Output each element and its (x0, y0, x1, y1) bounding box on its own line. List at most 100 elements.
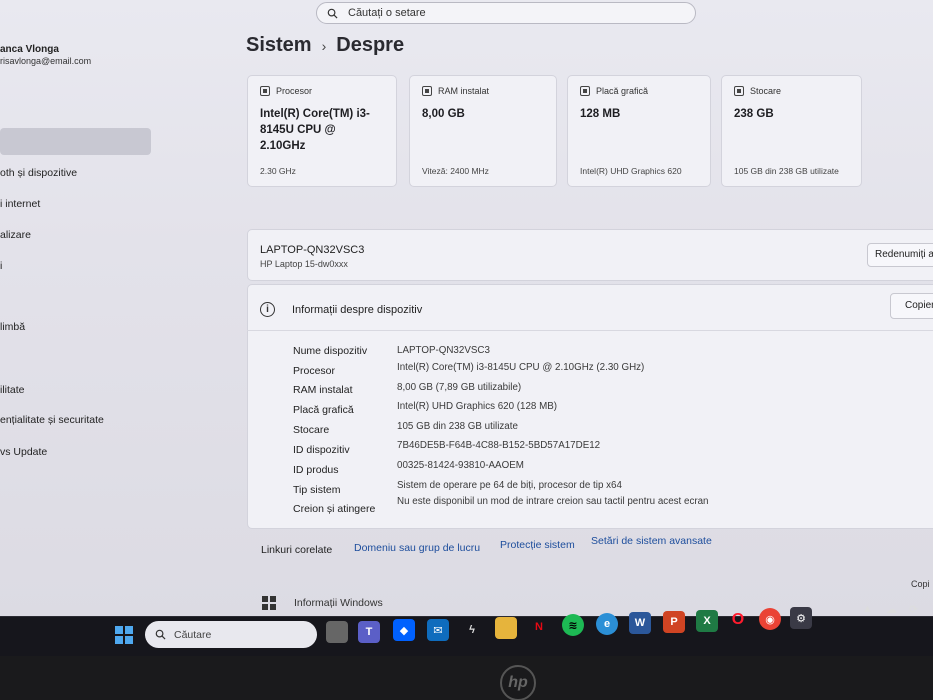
ram-icon (422, 86, 432, 96)
spec-value: 8,00 GB (7,89 GB utilizabile) (397, 382, 522, 393)
device-name-row: LAPTOP-QN32VSC3 HP Laptop 15-dw0xxx (247, 229, 933, 281)
card-header: Stocare (734, 86, 781, 96)
spec-label: ID dispozitiv (293, 444, 350, 456)
sidebar-item-bluetooth[interactable]: oth și dispozitive (0, 167, 77, 179)
spec-card-processor: Procesor Intel(R) Core(TM) i3-8145U CPU … (247, 75, 397, 187)
taskbar-search[interactable]: Căutare (145, 621, 317, 648)
taskbar-search-placeholder: Căutare (174, 628, 212, 641)
card-header: Procesor (260, 86, 312, 96)
device-info-title: Informații despre dispozitiv (292, 303, 423, 316)
dropbox-icon[interactable]: ◆ (393, 619, 415, 641)
spec-label: Nume dispozitiv (293, 345, 368, 357)
spec-value: Intel(R) Core(TM) i3-8145U CPU @ 2.10GHz… (397, 362, 645, 373)
spec-card-graphics: Placă grafică 128 MB Intel(R) UHD Graphi… (567, 75, 711, 187)
card-title: Placă grafică (596, 86, 649, 96)
spec-label: Tip sistem (293, 484, 341, 496)
card-value: 128 MB (580, 108, 621, 120)
opera-icon[interactable]: O (727, 609, 749, 631)
settings-window: Căutați o setare anca Vlonga risavlonga@… (0, 0, 933, 620)
sidebar-item-accessibility[interactable]: ilitate (0, 384, 25, 396)
cpu-icon (260, 86, 270, 96)
page-title: Despre (336, 34, 405, 56)
sidebar-item-network[interactable]: i internet (0, 198, 40, 210)
device-model: HP Laptop 15-dw0xxx (260, 259, 348, 269)
card-subtitle: 105 GB din 238 GB utilizate (734, 166, 839, 176)
powerpoint-icon[interactable]: P (663, 611, 685, 633)
settings-search-input[interactable]: Căutați o setare (316, 2, 696, 24)
search-placeholder: Căutați o setare (348, 7, 426, 19)
link-advanced-system-settings[interactable]: Setări de sistem avansate (591, 535, 712, 547)
search-icon (327, 8, 338, 19)
link-system-protection[interactable]: Protecție sistem (500, 539, 575, 551)
start-button[interactable] (115, 626, 133, 644)
breadcrumb-separator: › (321, 37, 327, 54)
spec-value: Sistem de operare pe 64 de biți, proceso… (397, 480, 622, 491)
spec-label: RAM instalat (293, 384, 353, 396)
card-title: Stocare (750, 86, 782, 96)
chrome-icon[interactable]: ◉ (759, 608, 781, 630)
card-subtitle: 2.30 GHz (260, 166, 296, 176)
copy-button-windows[interactable]: Copi (911, 579, 930, 589)
spec-label: Procesor (293, 365, 336, 377)
mail-icon[interactable]: ✉ (427, 619, 449, 641)
tidal-icon[interactable]: ϟ (461, 619, 483, 641)
windows-info-title: Informații Windows (294, 597, 383, 609)
excel-icon[interactable]: X (696, 610, 718, 632)
spotify-icon[interactable]: ≋ (562, 614, 584, 636)
card-header: Placă grafică (580, 86, 648, 96)
card-title: Procesor (276, 86, 313, 96)
user-name: anca Vlonga (0, 44, 59, 55)
word-icon[interactable]: W (629, 612, 651, 634)
task-view-icon[interactable] (326, 621, 348, 643)
teams-icon[interactable]: T (358, 621, 380, 643)
user-email: risavlonga@email.com (0, 56, 92, 66)
device-name: LAPTOP-QN32VSC3 (260, 244, 365, 256)
chevron-up-icon[interactable]: ▲ (862, 603, 873, 615)
link-domain-workgroup[interactable]: Domeniu sau grup de lucru (354, 542, 480, 554)
spec-value: LAPTOP-QN32VSC3 (397, 345, 490, 356)
spec-value: Nu este disponibil un mod de intrare cre… (397, 496, 709, 507)
hp-logo: hp (500, 665, 536, 700)
spec-value: 7B46DE5B-F64B-4C88-B152-5BD57A17DE12 (397, 440, 601, 451)
spec-label: Placă grafică (293, 404, 354, 416)
sidebar-item-windows-update[interactable]: vs Update (0, 446, 47, 458)
sidebar-item-privacy[interactable]: ențialitate și securitate (0, 414, 104, 426)
spec-label: Creion și atingere (293, 503, 376, 515)
sidebar-item-personalization[interactable]: alizare (0, 229, 31, 241)
cloud-icon[interactable]: ☁ (886, 603, 897, 616)
related-links-label: Linkuri corelate (261, 544, 333, 556)
spec-card-ram: RAM instalat 8,00 GB Viteză: 2400 MHz (409, 75, 557, 187)
card-value: 238 GB (734, 108, 774, 120)
card-subtitle: Viteză: 2400 MHz (422, 166, 489, 176)
copy-button[interactable]: Copier (890, 293, 933, 319)
breadcrumb-parent[interactable]: Sistem (246, 34, 312, 57)
sidebar-item-apps[interactable]: i (0, 260, 2, 272)
sidebar: anca Vlonga risavlonga@email.com oth și … (0, 0, 160, 620)
card-value: 8,00 GB (422, 108, 465, 120)
settings-icon[interactable]: ⚙ (790, 607, 812, 629)
windows-logo-icon (262, 596, 276, 610)
device-info-header[interactable]: i Informații despre dispozitiv (260, 302, 422, 317)
card-subtitle: Intel(R) UHD Graphics 620 (580, 166, 682, 176)
gpu-icon (580, 86, 590, 96)
explorer-icon[interactable] (495, 617, 517, 639)
spec-label: Stocare (293, 424, 330, 436)
edge-icon[interactable]: e (596, 613, 618, 635)
breadcrumb: Sistem › Despre (246, 34, 404, 57)
sidebar-item-time-language[interactable]: limbă (0, 321, 25, 333)
card-title: RAM instalat (438, 86, 490, 96)
netflix-icon[interactable]: N (528, 616, 550, 638)
sync-icon[interactable]: ⟳ (909, 603, 918, 616)
windows-info-header[interactable]: Informații Windows (262, 596, 383, 610)
rename-pc-button[interactable]: Redenumiți ac (867, 243, 933, 267)
spec-card-storage: Stocare 238 GB 105 GB din 238 GB utiliza… (721, 75, 862, 187)
divider (247, 330, 933, 331)
card-header: RAM instalat (422, 86, 489, 96)
search-icon (155, 629, 166, 640)
spec-label: ID produs (293, 464, 339, 476)
card-value: Intel(R) Core(TM) i3-8145U CPU @ 2.10GHz (260, 108, 370, 152)
spec-value: Intel(R) UHD Graphics 620 (128 MB) (397, 401, 558, 412)
sidebar-item-system[interactable] (0, 128, 151, 155)
spec-value: 00325-81424-93810-AAOEM (397, 460, 524, 471)
storage-icon (734, 86, 744, 96)
